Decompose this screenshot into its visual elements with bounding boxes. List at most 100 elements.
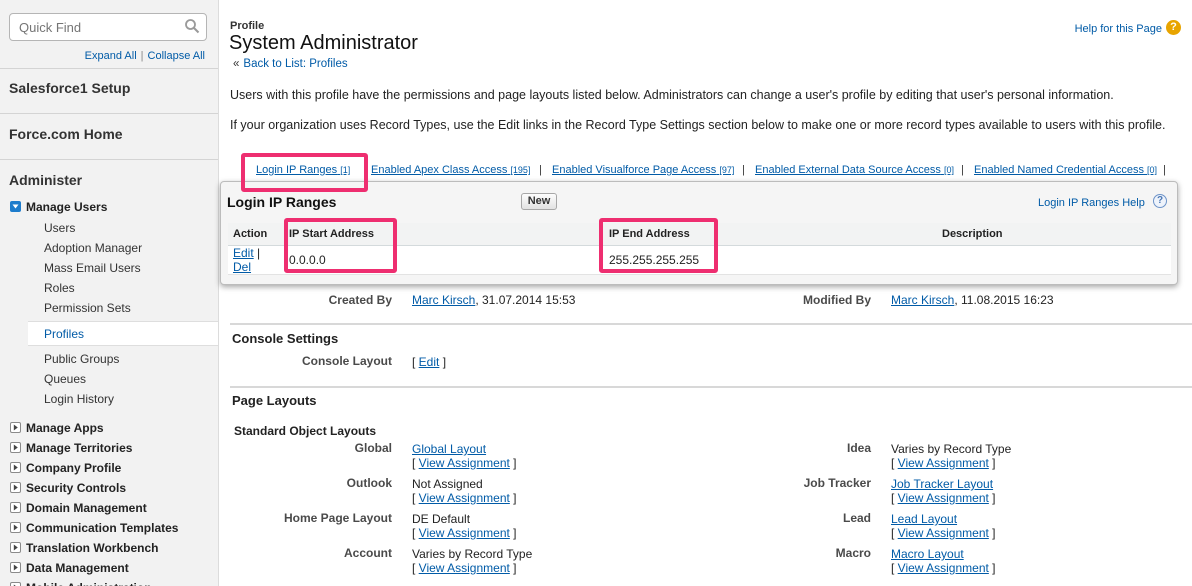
- collapse-all-link[interactable]: Collapse All: [148, 50, 205, 62]
- view-assignment-link[interactable]: View Assignment: [898, 491, 989, 505]
- layout-link[interactable]: Job Tracker Layout: [891, 477, 993, 491]
- sidebar-group-manage-territories[interactable]: Manage Territories: [26, 441, 132, 455]
- layout-label-job-tracker: Job Tracker: [803, 476, 871, 490]
- related-link-external-data-source-access[interactable]: Enabled External Data Source Access [0]: [755, 164, 954, 176]
- view-assignment: [ View Assignment ]: [891, 526, 996, 540]
- sidebar-item-roles[interactable]: Roles: [44, 281, 75, 295]
- help-for-page-link[interactable]: Help for this Page: [1075, 23, 1162, 35]
- layout-value: Varies by Record Type[ View Assignment ]: [412, 547, 532, 575]
- layout-name: Varies by Record Type: [891, 442, 1012, 456]
- modified-by-user-link[interactable]: Marc Kirsch: [891, 293, 954, 307]
- console-layout-label: Console Layout: [301, 354, 392, 368]
- layout-value: Job Tracker Layout[ View Assignment ]: [891, 477, 996, 505]
- console-settings-heading: Console Settings: [232, 331, 339, 346]
- sidebar-item-mass-email-users[interactable]: Mass Email Users: [44, 261, 141, 275]
- view-assignment: [ View Assignment ]: [891, 456, 996, 470]
- layout-value: Lead Layout[ View Assignment ]: [891, 512, 996, 540]
- collapse-toggle-icon[interactable]: [10, 201, 21, 212]
- view-assignment-link[interactable]: View Assignment: [419, 526, 510, 540]
- expand-toggle-icon[interactable]: [10, 442, 21, 453]
- back-to-list-link[interactable]: «Back to List: Profiles: [233, 58, 348, 70]
- expand-toggle-icon[interactable]: [10, 422, 21, 433]
- layout-value: Macro Layout[ View Assignment ]: [891, 547, 996, 575]
- layout-value: DE Default[ View Assignment ]: [412, 512, 517, 540]
- salesforce1-setup-heading[interactable]: Salesforce1 Setup: [9, 80, 130, 96]
- layout-label-idea: Idea: [846, 441, 871, 455]
- view-assignment: [ View Assignment ]: [412, 561, 517, 575]
- related-link-visualforce-page-access[interactable]: Enabled Visualforce Page Access [97]: [552, 164, 734, 176]
- column-header-description: Description: [937, 223, 1171, 246]
- page-layouts-heading: Page Layouts: [232, 393, 317, 408]
- quick-find-box[interactable]: [9, 13, 207, 41]
- help-icon[interactable]: ?: [1153, 194, 1167, 208]
- manage-users-group[interactable]: Manage Users: [26, 200, 107, 214]
- page-type-label: Profile: [230, 20, 265, 32]
- layout-name: Not Assigned: [412, 477, 483, 491]
- related-link-apex-class-access[interactable]: Enabled Apex Class Access [195]: [371, 164, 530, 176]
- layout-link[interactable]: Lead Layout: [891, 512, 957, 526]
- sidebar-item-public-groups[interactable]: Public Groups: [44, 352, 119, 366]
- view-assignment-link[interactable]: View Assignment: [898, 526, 989, 540]
- created-by-user-link[interactable]: Marc Kirsch: [412, 293, 475, 307]
- delete-link[interactable]: Del: [233, 260, 251, 274]
- related-link-named-credential-access[interactable]: Enabled Named Credential Access [0]: [974, 164, 1157, 176]
- view-assignment-link[interactable]: View Assignment: [419, 561, 510, 575]
- layout-value: Global Layout[ View Assignment ]: [412, 442, 517, 470]
- sidebar-group-translation-workbench[interactable]: Translation Workbench: [26, 541, 158, 555]
- view-assignment-link[interactable]: View Assignment: [419, 491, 510, 505]
- expand-toggle-icon[interactable]: [10, 482, 21, 493]
- view-assignment-link[interactable]: View Assignment: [898, 561, 989, 575]
- sidebar-group-company-profile[interactable]: Company Profile: [26, 461, 121, 475]
- sidebar-group-communication-templates[interactable]: Communication Templates: [26, 521, 178, 535]
- help-icon[interactable]: ?: [1166, 20, 1181, 35]
- view-assignment: [ View Assignment ]: [891, 491, 996, 505]
- column-header-action: Action: [228, 223, 284, 246]
- layout-name: DE Default: [412, 512, 471, 526]
- view-assignment-link[interactable]: View Assignment: [898, 456, 989, 470]
- login-ip-ranges-help-link[interactable]: Login IP Ranges Help: [1038, 197, 1145, 209]
- layout-link[interactable]: Macro Layout: [891, 547, 964, 561]
- sidebar-item-profiles[interactable]: Profiles: [28, 321, 218, 346]
- sidebar-item-users[interactable]: Users: [44, 221, 75, 235]
- created-by-value: Marc Kirsch, 31.07.2014 15:53: [412, 293, 576, 307]
- new-ip-range-button[interactable]: New: [521, 193, 557, 210]
- intro-paragraph: Users with this profile have the permiss…: [230, 88, 1114, 102]
- sidebar-group-data-management[interactable]: Data Management: [26, 561, 129, 575]
- force-com-home-heading[interactable]: Force.com Home: [9, 126, 123, 142]
- sidebar-item-adoption-manager[interactable]: Adoption Manager: [44, 241, 142, 255]
- edit-link[interactable]: Edit: [233, 246, 254, 260]
- console-layout-edit-link[interactable]: Edit: [419, 355, 440, 369]
- expand-toggle-icon[interactable]: [10, 582, 21, 586]
- expand-toggle-icon[interactable]: [10, 502, 21, 513]
- administer-heading: Administer: [9, 172, 83, 188]
- sidebar-group-manage-apps[interactable]: Manage Apps: [26, 421, 104, 435]
- sidebar-item-permission-sets[interactable]: Permission Sets: [44, 301, 131, 315]
- expand-toggle-icon[interactable]: [10, 522, 21, 533]
- layout-name: Varies by Record Type: [412, 547, 533, 561]
- sidebar-item-login-history[interactable]: Login History: [44, 392, 114, 406]
- record-types-paragraph: If your organization uses Record Types, …: [230, 118, 1166, 132]
- sidebar-group-domain-management[interactable]: Domain Management: [26, 501, 147, 515]
- expand-toggle-icon[interactable]: [10, 462, 21, 473]
- expand-all-link[interactable]: Expand All: [85, 50, 137, 62]
- layout-label-macro: Macro: [835, 546, 871, 560]
- expand-toggle-icon[interactable]: [10, 562, 21, 573]
- layout-value: Varies by Record Type[ View Assignment ]: [891, 442, 1011, 470]
- sidebar-item-queues[interactable]: Queues: [44, 372, 86, 386]
- sidebar-group-mobile-administration[interactable]: Mobile Administration: [26, 581, 152, 586]
- layout-value: Not Assigned[ View Assignment ]: [412, 477, 517, 505]
- search-icon[interactable]: [184, 18, 200, 37]
- layout-label-home-page-layout: Home Page Layout: [283, 511, 392, 525]
- expand-toggle-icon[interactable]: [10, 542, 21, 553]
- quick-find-input[interactable]: [10, 14, 170, 40]
- section-divider: [230, 386, 1192, 388]
- layout-label-outlook: Outlook: [346, 476, 392, 490]
- section-divider: [230, 323, 1192, 325]
- created-by-label: Created By: [328, 293, 392, 307]
- layout-link[interactable]: Global Layout: [412, 442, 486, 456]
- view-assignment-link[interactable]: View Assignment: [419, 456, 510, 470]
- sidebar-group-security-controls[interactable]: Security Controls: [26, 481, 126, 495]
- view-assignment: [ View Assignment ]: [412, 456, 517, 470]
- view-assignment: [ View Assignment ]: [412, 491, 517, 505]
- highlight-ip-start-address: [284, 218, 397, 273]
